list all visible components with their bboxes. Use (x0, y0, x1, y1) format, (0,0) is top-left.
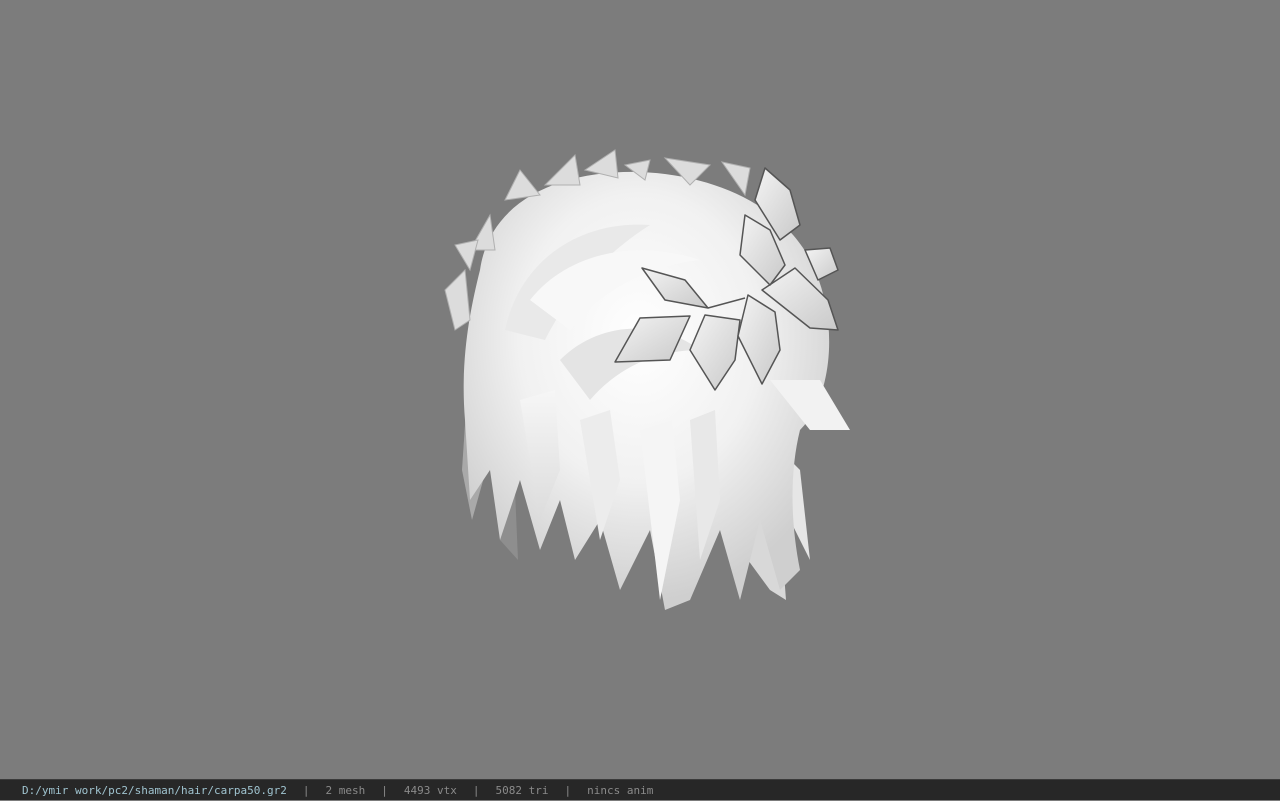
separator: | (302, 783, 310, 797)
triangle-count: 5082 tri (495, 783, 549, 797)
separator: | (381, 783, 388, 797)
file-path: D:/ymir work/pc2/shaman/hair/carpa50.gr2 (22, 783, 287, 797)
mesh-count: 2 mesh (325, 783, 366, 797)
anim-info: nincs anim (587, 783, 654, 797)
3d-viewport[interactable] (0, 0, 1280, 779)
status-bar: D:/ymir work/pc2/shaman/hair/carpa50.gr2… (0, 779, 1280, 800)
hair-model-render[interactable] (0, 0, 1280, 779)
separator: | (472, 783, 480, 797)
hair-main (463, 171, 850, 610)
vertex-count: 4493 vtx (403, 783, 457, 797)
separator: | (564, 783, 572, 797)
